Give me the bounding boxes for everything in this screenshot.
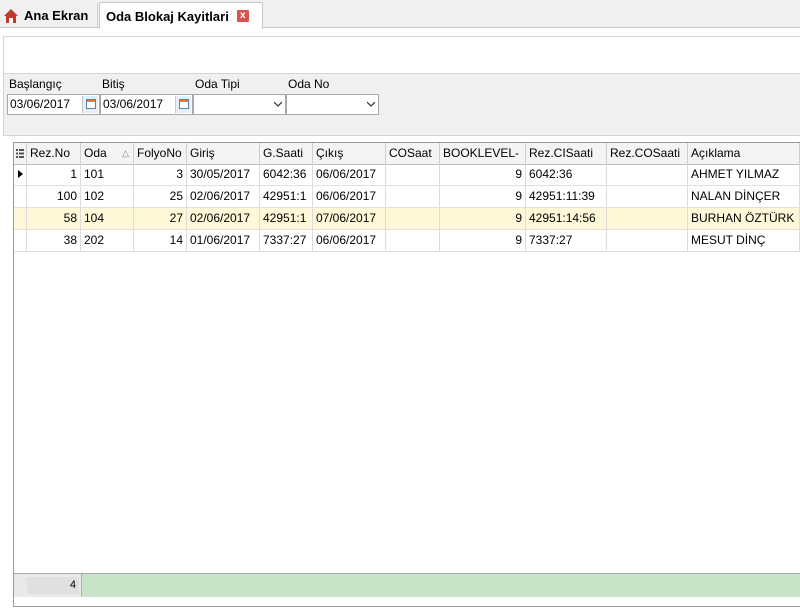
- calendar-icon[interactable]: [175, 96, 191, 113]
- table-row[interactable]: 100 102 25 02/06/2017 42951:1 06/06/2017…: [14, 186, 800, 208]
- cell-g-saati[interactable]: 7337:27: [260, 230, 313, 251]
- column-chooser-icon[interactable]: [14, 143, 27, 164]
- cell-oda[interactable]: 101: [81, 164, 134, 185]
- start-date-input[interactable]: 03/06/2017: [7, 94, 100, 115]
- cell-g-saati[interactable]: 42951:1: [260, 208, 313, 229]
- col-rez-ci-saati[interactable]: Rez.CISaati: [526, 143, 607, 164]
- tab-home-label: Ana Ekran: [24, 8, 89, 23]
- col-rez-no[interactable]: Rez.No: [27, 143, 81, 164]
- cell-g-saati[interactable]: 42951:1: [260, 186, 313, 207]
- room-type-label: Oda Tipi: [195, 77, 240, 91]
- cell-oda[interactable]: 202: [81, 230, 134, 251]
- col-giris[interactable]: Giriş: [187, 143, 260, 164]
- cell-rez-ci-saati[interactable]: 42951:11:39: [526, 186, 607, 207]
- table-row-selected[interactable]: 58 104 27 02/06/2017 42951:1 07/06/2017 …: [14, 208, 800, 230]
- cell-co-saat[interactable]: [386, 164, 440, 185]
- chevron-down-icon: [274, 101, 282, 107]
- col-co-saat[interactable]: COSaat: [386, 143, 440, 164]
- cell-cikis[interactable]: 06/06/2017: [313, 164, 386, 185]
- cell-cikis[interactable]: 06/06/2017: [313, 230, 386, 251]
- cell-rez-ci-saati[interactable]: 6042:36: [526, 164, 607, 185]
- tab-room-block-records[interactable]: Oda Blokaj Kayitlari x: [99, 2, 263, 29]
- cell-booklevel[interactable]: 9: [440, 186, 526, 207]
- end-date-input[interactable]: 03/06/2017: [100, 94, 193, 115]
- col-booklevel[interactable]: BOOKLEVEL-: [440, 143, 526, 164]
- room-type-select[interactable]: [193, 94, 286, 115]
- cell-rez-co-saati[interactable]: [607, 230, 688, 251]
- current-row-indicator-icon: [14, 164, 27, 185]
- cell-co-saat[interactable]: [386, 230, 440, 251]
- row-indicator: [14, 230, 27, 251]
- end-date-label: Bitiş: [102, 77, 125, 91]
- cell-co-saat[interactable]: [386, 186, 440, 207]
- room-no-label: Oda No: [288, 77, 330, 91]
- start-date-label: Başlangıç: [9, 77, 62, 91]
- cell-aciklama[interactable]: BURHAN ÖZTÜRK: [688, 208, 800, 229]
- cell-booklevel[interactable]: 9: [440, 230, 526, 251]
- chevron-down-icon: [367, 101, 375, 107]
- tab-bar: Ana Ekran Oda Blokaj Kayitlari x: [0, 0, 800, 29]
- col-g-saati[interactable]: G.Saati: [260, 143, 313, 164]
- filter-panel: Başlangıç Bitiş Oda Tipi Oda No 03/06/20…: [3, 74, 800, 136]
- col-oda[interactable]: Oda △: [81, 143, 134, 164]
- footer-summary-bar: [81, 574, 800, 597]
- cell-rez-co-saati[interactable]: [607, 208, 688, 229]
- cell-giris[interactable]: 01/06/2017: [187, 230, 260, 251]
- toolbar: [3, 36, 800, 74]
- cell-rez-ci-saati[interactable]: 42951:14:56: [526, 208, 607, 229]
- cell-aciklama[interactable]: MESUT DİNÇ: [688, 230, 800, 251]
- col-cikis[interactable]: Çıkış: [313, 143, 386, 164]
- sort-asc-icon: △: [122, 148, 129, 158]
- cell-booklevel[interactable]: 9: [440, 164, 526, 185]
- cell-folyo-no[interactable]: 3: [134, 164, 187, 185]
- table-row[interactable]: 38 202 14 01/06/2017 7337:27 06/06/2017 …: [14, 230, 800, 252]
- calendar-icon[interactable]: [82, 96, 98, 113]
- row-indicator: [14, 186, 27, 207]
- grid-footer: 4: [14, 573, 800, 597]
- close-icon[interactable]: x: [236, 10, 249, 22]
- cell-cikis[interactable]: 07/06/2017: [313, 208, 386, 229]
- start-date-value: 03/06/2017: [10, 97, 71, 111]
- cell-oda[interactable]: 104: [81, 208, 134, 229]
- cell-rez-ci-saati[interactable]: 7337:27: [526, 230, 607, 251]
- cell-rez-no[interactable]: 1: [27, 164, 81, 185]
- cell-cikis[interactable]: 06/06/2017: [313, 186, 386, 207]
- tab-home[interactable]: Ana Ekran: [0, 3, 98, 28]
- cell-booklevel[interactable]: 9: [440, 208, 526, 229]
- grid-header: Rez.No Oda △ FolyoNo Giriş G.Saati Çıkış…: [14, 143, 800, 165]
- cell-oda[interactable]: 102: [81, 186, 134, 207]
- cell-g-saati[interactable]: 6042:36: [260, 164, 313, 185]
- cell-giris[interactable]: 30/05/2017: [187, 164, 260, 185]
- cell-folyo-no[interactable]: 25: [134, 186, 187, 207]
- table-row[interactable]: 1 101 3 30/05/2017 6042:36 06/06/2017 9 …: [14, 164, 800, 186]
- home-icon: [4, 8, 18, 23]
- record-count: 4: [27, 577, 79, 594]
- cell-aciklama[interactable]: NALAN DİNÇER: [688, 186, 800, 207]
- records-grid[interactable]: Rez.No Oda △ FolyoNo Giriş G.Saati Çıkış…: [13, 142, 800, 607]
- col-aciklama[interactable]: Açıklama: [688, 143, 800, 164]
- cell-rez-co-saati[interactable]: [607, 186, 688, 207]
- cell-giris[interactable]: 02/06/2017: [187, 186, 260, 207]
- col-rez-co-saati[interactable]: Rez.COSaati: [607, 143, 688, 164]
- cell-aciklama[interactable]: AHMET YILMAZ: [688, 164, 800, 185]
- col-folyo-no[interactable]: FolyoNo: [134, 143, 187, 164]
- end-date-value: 03/06/2017: [103, 97, 164, 111]
- cell-folyo-no[interactable]: 14: [134, 230, 187, 251]
- cell-rez-co-saati[interactable]: [607, 164, 688, 185]
- cell-rez-no[interactable]: 100: [27, 186, 81, 207]
- cell-rez-no[interactable]: 38: [27, 230, 81, 251]
- cell-rez-no[interactable]: 58: [27, 208, 81, 229]
- cell-folyo-no[interactable]: 27: [134, 208, 187, 229]
- room-no-select[interactable]: [286, 94, 379, 115]
- cell-giris[interactable]: 02/06/2017: [187, 208, 260, 229]
- cell-co-saat[interactable]: [386, 208, 440, 229]
- row-indicator: [14, 208, 27, 229]
- col-oda-label: Oda: [84, 146, 107, 160]
- tab-active-label: Oda Blokaj Kayitlari: [106, 8, 229, 24]
